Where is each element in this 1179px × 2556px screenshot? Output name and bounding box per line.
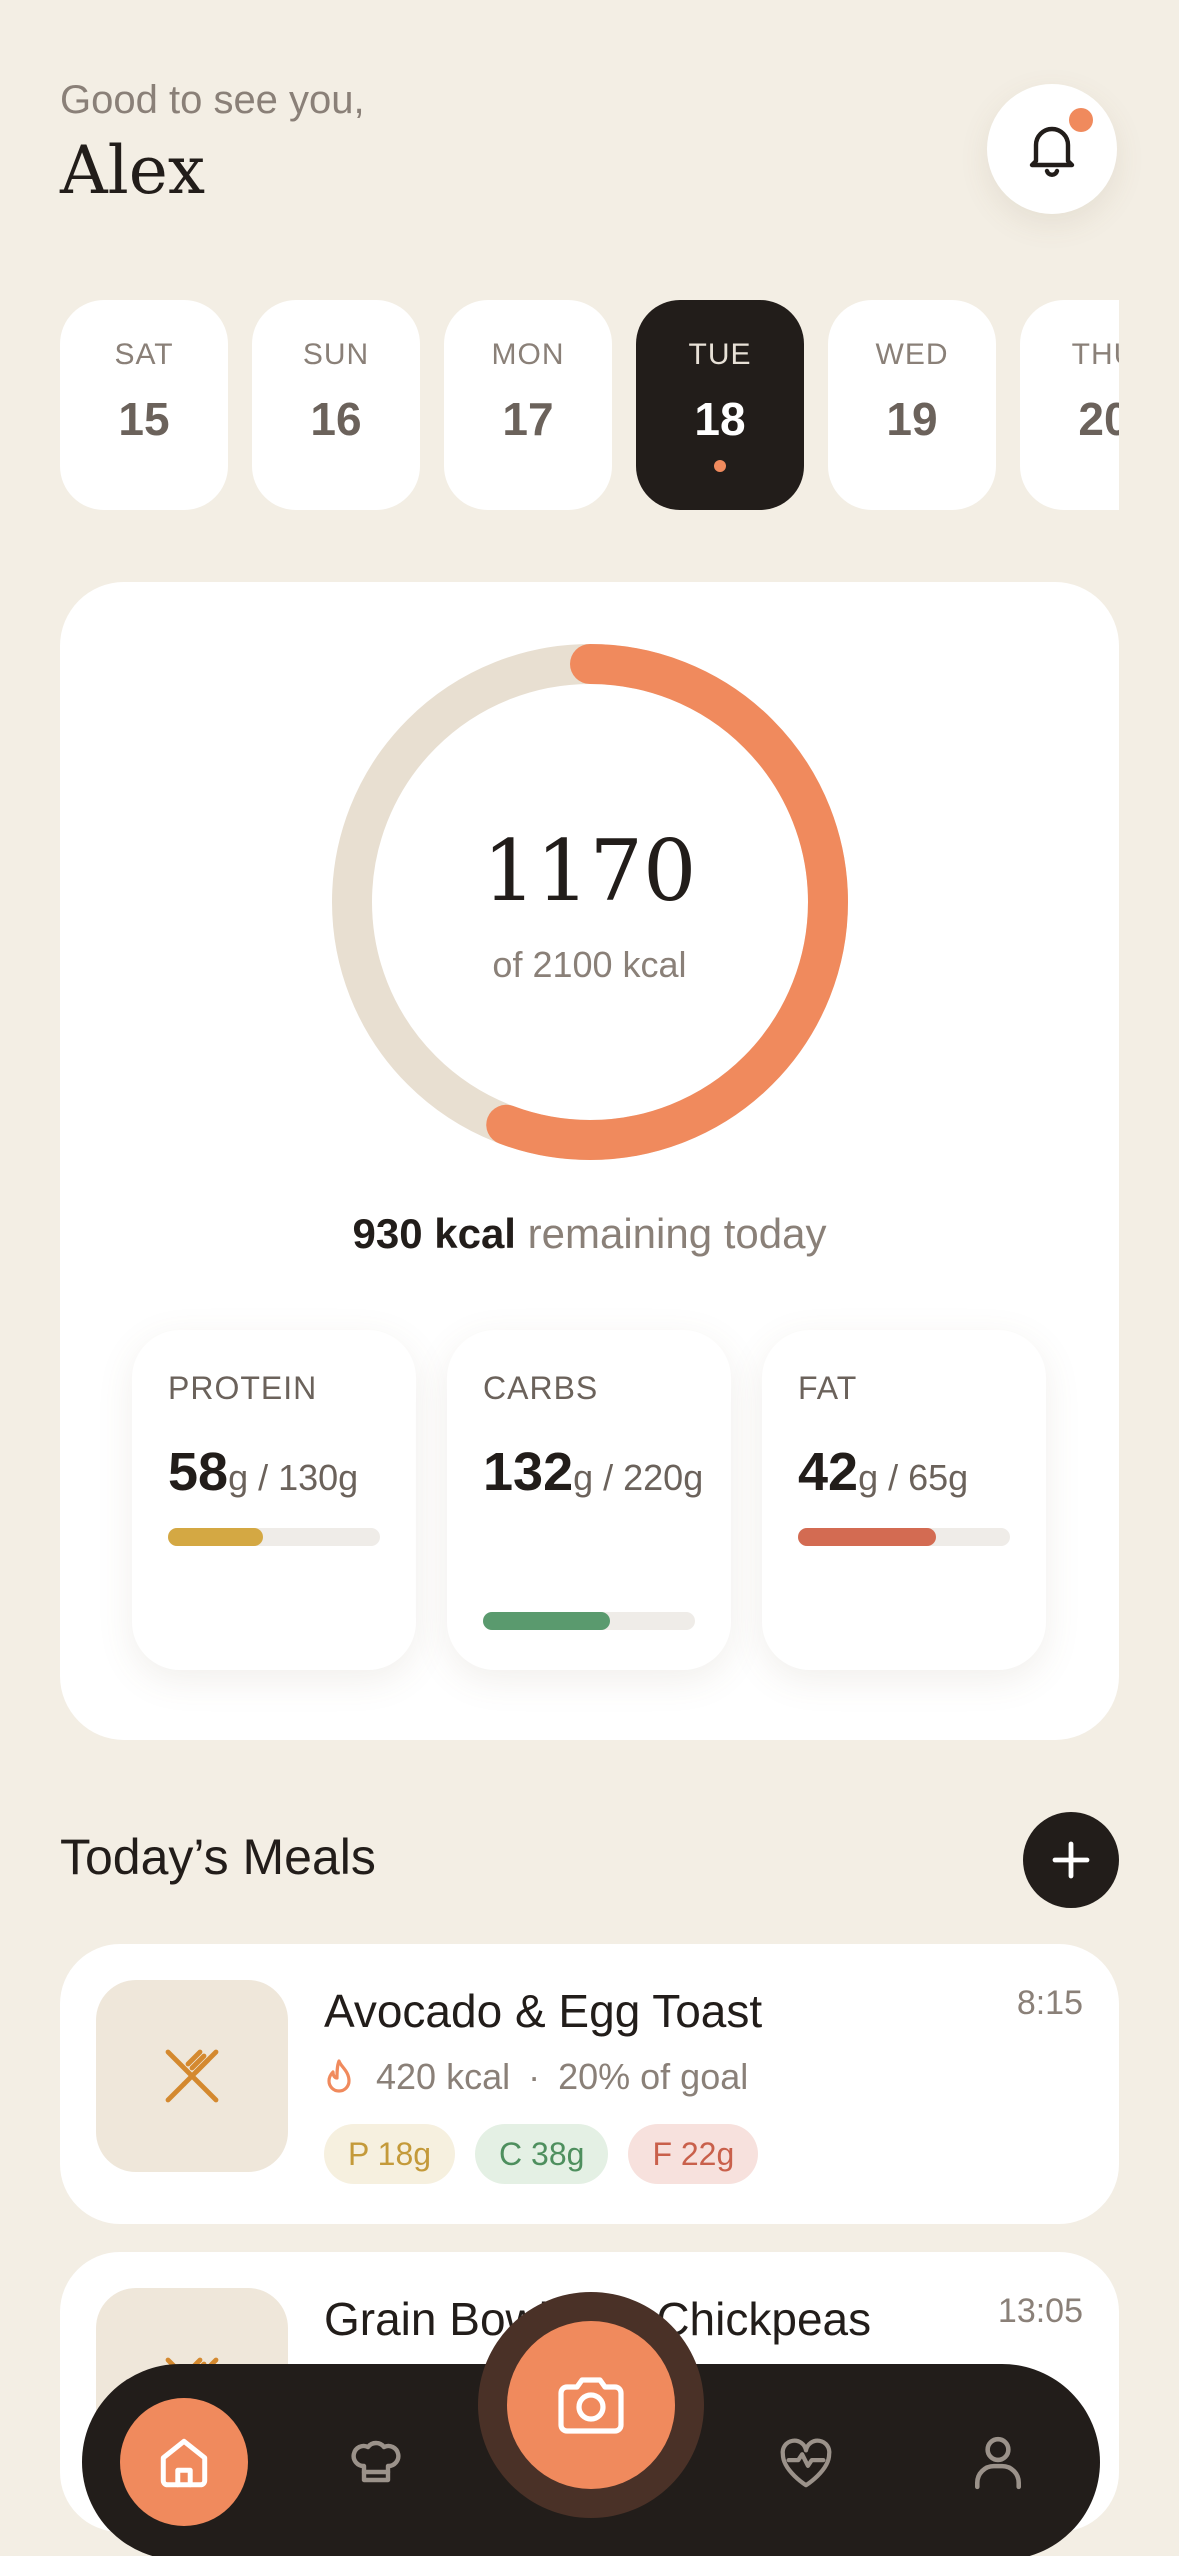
day-sun[interactable]: SUN 16 <box>252 300 420 510</box>
calorie-summary-card: 1170 of 2100 kcal 930 kcal remaining tod… <box>60 582 1119 1740</box>
meal-time: 13:05 <box>997 2292 1083 2330</box>
day-tue-selected[interactable]: TUE 18 <box>636 300 804 510</box>
macro-progress-fill <box>483 1612 611 1630</box>
greeting-text: Good to see you, <box>60 78 365 122</box>
macro-progress-bar <box>168 1528 380 1546</box>
day-number: 19 <box>886 393 938 445</box>
app-screen: Good to see you, Alex SAT 15 SUN 16 MON … <box>0 0 1179 2556</box>
camera-button[interactable] <box>507 2321 675 2489</box>
flame-icon <box>324 2059 354 2095</box>
day-number: 18 <box>694 393 746 445</box>
nav-home[interactable] <box>120 2398 248 2526</box>
macro-label: FAT <box>798 1370 858 1406</box>
meals-section-title: Today’s Meals <box>60 1829 376 1885</box>
bottom-nav <box>82 2292 1100 2556</box>
macro-progress-bar <box>798 1528 1010 1546</box>
meal-thumbnail <box>96 1980 288 2172</box>
day-selector[interactable]: SAT 15 SUN 16 MON 17 TUE 18 WED 19 THU 2… <box>60 300 1119 512</box>
meta-separator: · <box>528 2056 541 2097</box>
calories-goal: of 2100 kcal <box>492 944 687 985</box>
day-number: 16 <box>310 393 362 445</box>
plus-icon <box>1052 1841 1090 1879</box>
day-wed[interactable]: WED 19 <box>828 300 996 510</box>
camera-button-halo <box>478 2292 704 2518</box>
home-icon <box>160 2438 208 2488</box>
day-number: 15 <box>118 393 170 445</box>
macro-card-fat: FAT 42g / 65g <box>762 1330 1046 1670</box>
fork-knife-icon <box>165 2049 219 2103</box>
day-thu[interactable]: THU 20 <box>1020 300 1119 510</box>
day-label: MON <box>491 338 565 371</box>
macro-value: 132g / 220g <box>483 1442 704 1502</box>
day-label: WED <box>875 338 949 371</box>
nav-health[interactable] <box>742 2398 870 2526</box>
macro-card-protein: PROTEIN 58g / 130g <box>132 1330 416 1670</box>
meal-time: 8:15 <box>1016 1984 1083 2022</box>
nav-profile[interactable] <box>934 2398 1062 2526</box>
day-label: TUE <box>688 338 752 371</box>
heart-pulse-icon <box>780 2438 832 2488</box>
notifications-button[interactable] <box>987 84 1117 214</box>
nav-recipes[interactable] <box>312 2398 440 2526</box>
carbs-chip: C 38g <box>475 2124 609 2184</box>
macro-progress-fill <box>798 1528 936 1546</box>
macro-label: CARBS <box>483 1370 599 1406</box>
camera-icon <box>558 2377 624 2434</box>
selected-day-dot <box>714 460 726 472</box>
chef-hat-icon <box>351 2440 401 2483</box>
meal-goal-percent: 20% of goal <box>558 2056 749 2097</box>
day-label: SAT <box>114 338 174 371</box>
day-label: SUN <box>302 338 370 371</box>
meal-kcal: 420 kcal <box>376 2056 511 2097</box>
calories-remaining: 930 kcal remaining today <box>60 1210 1119 1258</box>
meal-card[interactable]: Avocado & Egg Toast 8:15 420 kcal · 20% … <box>60 1944 1119 2224</box>
day-sat[interactable]: SAT 15 <box>60 300 228 510</box>
day-mon[interactable]: MON 17 <box>444 300 612 510</box>
user-icon <box>975 2436 1021 2490</box>
meal-macro-chips: P 18g C 38g F 22g <box>324 2124 778 2184</box>
macro-progress-fill <box>168 1528 264 1546</box>
protein-chip: P 18g <box>324 2124 456 2184</box>
add-meal-button[interactable] <box>1023 1812 1119 1908</box>
calories-consumed: 1170 <box>482 822 697 920</box>
meal-meta: 420 kcal · 20% of goal <box>324 2056 748 2098</box>
fat-chip: F 22g <box>628 2124 759 2184</box>
macro-label: PROTEIN <box>168 1370 318 1406</box>
unread-dot <box>1069 108 1093 132</box>
remaining-label: remaining today <box>527 1210 827 1257</box>
user-name: Alex <box>60 132 206 209</box>
day-number: 20 <box>1078 393 1119 445</box>
macro-card-carbs: CARBS 132g / 220g <box>447 1330 731 1670</box>
macro-progress-bar <box>483 1612 695 1630</box>
macro-value: 42g / 65g <box>798 1442 969 1502</box>
day-label: THU <box>1071 338 1119 371</box>
remaining-value: 930 kcal <box>352 1210 516 1257</box>
macro-value: 58g / 130g <box>168 1442 359 1502</box>
meal-name: Avocado & Egg Toast <box>324 1985 763 2037</box>
day-number: 17 <box>502 393 554 445</box>
